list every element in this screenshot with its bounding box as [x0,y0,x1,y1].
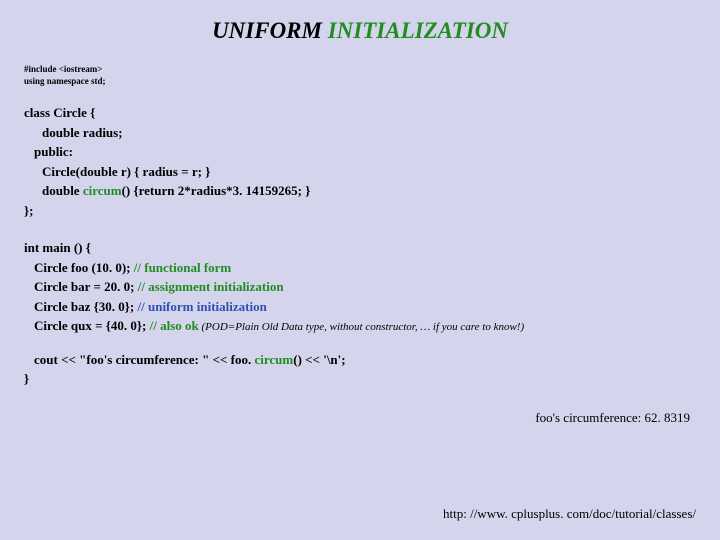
comment: // also ok [150,318,199,333]
code-text: cout << "foo's circumference: " << foo. [34,352,254,367]
code-text: () << '\n'; [293,352,345,367]
note-text: (POD=Plain Old Data type, without constr… [199,321,524,333]
method-name: circum [83,183,122,198]
slide-title: UNIFORM INITIALIZATION [24,18,696,44]
comment: // functional form [134,260,232,275]
program-output: foo's circumference: 62. 8319 [535,410,690,426]
includes-block: #include <iostream> using namespace std; [24,64,696,87]
main-function: int main () { Circle foo (10. 0); // fun… [24,238,696,389]
using-line: using namespace std; [24,76,696,88]
class-definition: class Circle { double radius; public: Ci… [24,103,696,220]
title-part1: UNIFORM [212,18,328,43]
method-name: circum [254,352,293,367]
code-line: double radius; [24,123,123,143]
code-text: Circle qux = {40. 0}; [34,318,150,333]
code-line: int main () { [24,238,696,258]
code-text: Circle baz {30. 0}; [34,299,138,314]
include-line: #include <iostream> [24,64,696,76]
title-part2: INITIALIZATION [328,18,508,43]
code-line: class Circle { [24,103,696,123]
code-line: }; [24,201,696,221]
code-text: double [42,183,83,198]
source-url: http: //www. cplusplus. com/doc/tutorial… [443,506,696,522]
code-text: () {return 2*radius*3. 14159265; } [122,183,311,198]
code-line: Circle(double r) { radius = r; } [24,162,210,182]
code-text: Circle foo (10. 0); [34,260,134,275]
code-line: public: [24,142,73,162]
comment: // uniform initialization [138,299,267,314]
code-text: Circle bar = 20. 0; [34,279,138,294]
code-line: } [24,369,696,389]
comment: // assignment initialization [138,279,284,294]
